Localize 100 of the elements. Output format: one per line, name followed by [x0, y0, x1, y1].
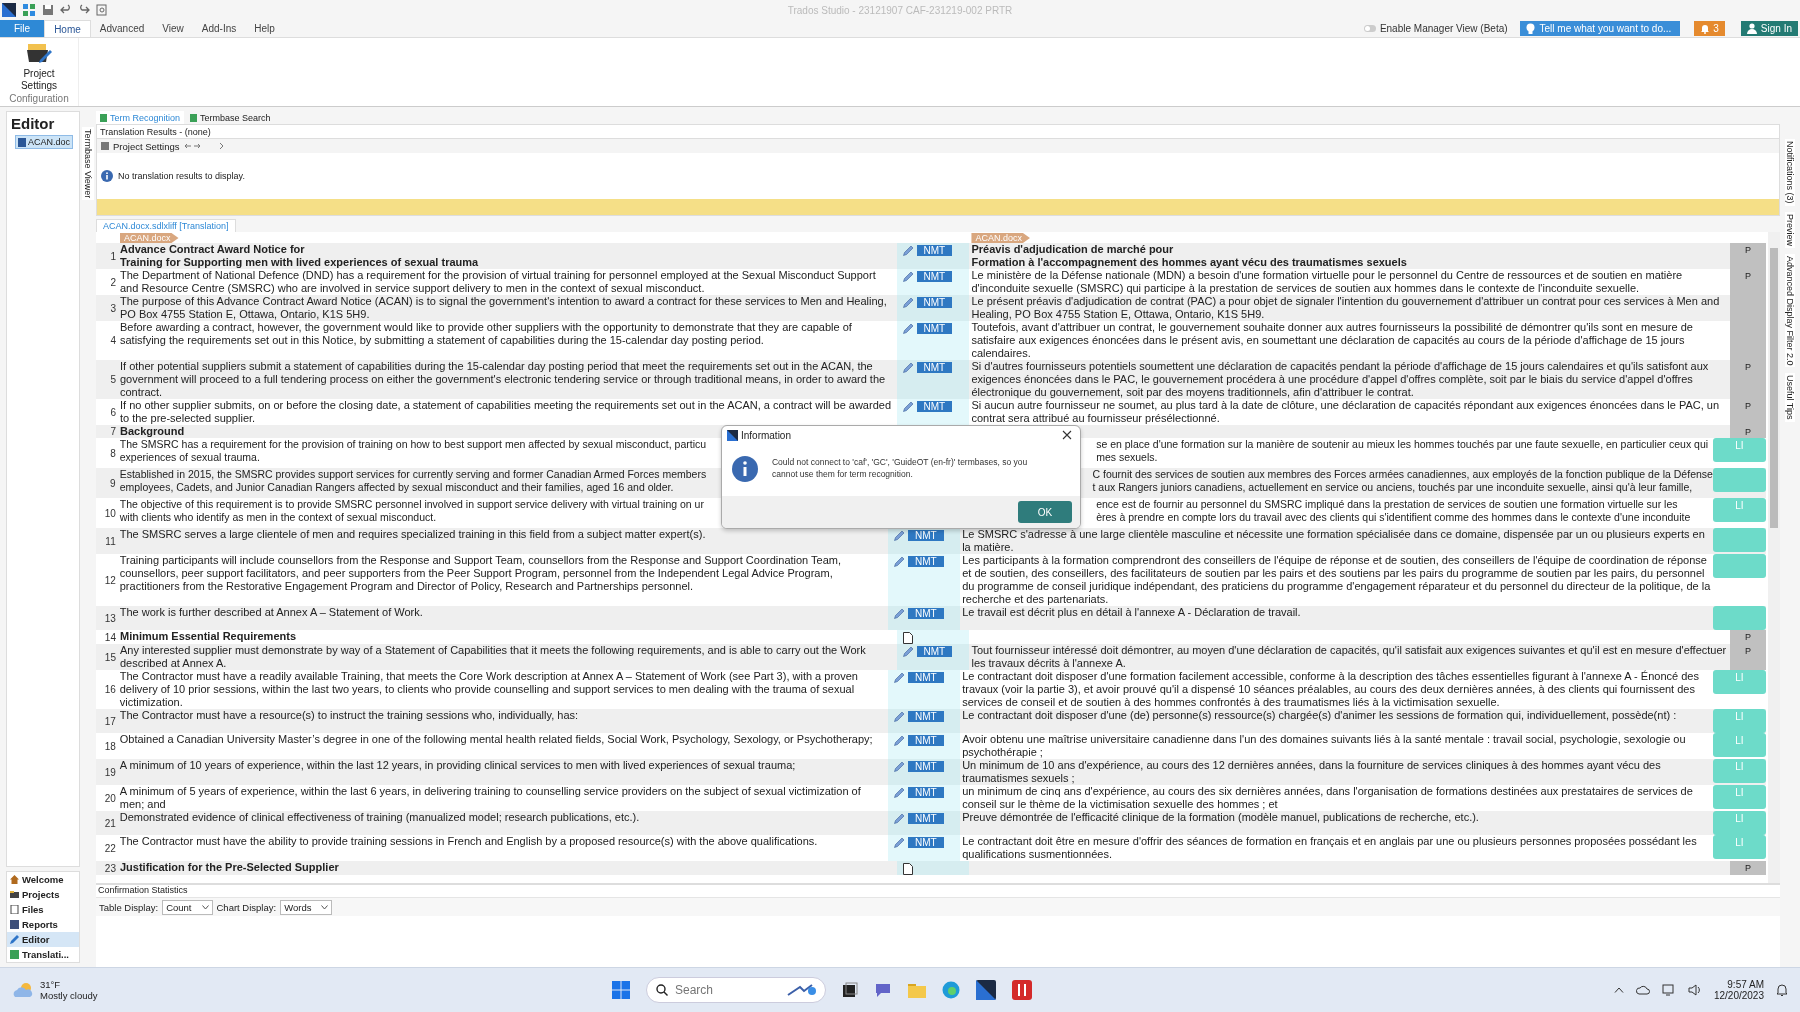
windows-start-icon[interactable] [612, 981, 630, 999]
origin-badge: NMT [916, 323, 953, 334]
segment-number: 19 [103, 765, 117, 780]
document-icon [902, 632, 913, 644]
status-cell: LI [1712, 759, 1766, 783]
report-icon [10, 920, 19, 929]
ok-button[interactable]: OK [1017, 501, 1072, 523]
close-icon[interactable] [1061, 430, 1072, 440]
chart-display-dropdown[interactable]: Words [280, 899, 333, 915]
app-logo-icon [2, 3, 16, 17]
project-settings-link[interactable]: Project Settings [113, 140, 180, 152]
chevron-down-icon [321, 904, 329, 910]
source-text: Before awarding a contract, however, the government would like to provide other suppliers with the opportunity to demonstrate that they are capable of satisfying the requirements set out in this Notice, by submitting a statement of capabilities during the 15-calendar day posting period. [119, 321, 853, 347]
browser-icon[interactable] [942, 981, 960, 999]
ribbon-tab[interactable]: Add-Ins [192, 20, 246, 37]
segment-number: 18 [103, 739, 117, 754]
pencil-icon [894, 672, 905, 683]
ribbon-tab[interactable]: Help [245, 20, 284, 37]
sign-in-button[interactable]: Sign In [1740, 21, 1798, 36]
ribbon-tab[interactable]: Advanced [90, 20, 154, 37]
info-icon [101, 170, 113, 182]
source-text: The SMSRC has a requirement for the provision of training on how to best support men affected by sexual misconduct, particu experiences of sexual trauma. [119, 438, 707, 464]
scrollbar[interactable] [1768, 232, 1780, 883]
dialog-message: Could not connect to 'caf', 'GC', 'GuideOT (en-fr)' termbases, so you cannot use them for term recognition. [771, 456, 1029, 480]
app-logo-icon [726, 429, 738, 441]
panel-tab[interactable]: Termbase Search [186, 111, 275, 124]
lightbulb-icon [1525, 22, 1535, 35]
manager-view-toggle[interactable] [1363, 25, 1376, 32]
view-nav-item[interactable]: Projects [7, 887, 79, 902]
notification-bell-icon[interactable] [1776, 983, 1788, 997]
file-tree-item[interactable]: ACAN.doc [15, 135, 74, 149]
segment-number: 17 [103, 714, 117, 729]
status-cell: P [1730, 399, 1766, 425]
pencil-icon [902, 297, 914, 308]
app-icon[interactable] [1012, 980, 1032, 1000]
target-text: Le SMSRC s'adresse à une large clientèle masculine et nécessite une formation spécialisée dans ce domaine, dispensée par un ou plusieurs experts en la matière. [962, 528, 1706, 554]
ribbon-tab[interactable]: View [153, 20, 193, 37]
origin-badge: NMT [908, 761, 944, 772]
trados-app-icon[interactable] [976, 980, 996, 1000]
target-text: Le ministère de la Défense nationale (MDN) a besoin d'une formation virtuelle pour le personnel du Centre de ressources et de soutien en matière d'inconduite sexuelle (SMSRC) qui participe à la prestation de services de soutien aux hommes dans le contexte de l'inconduite sexuelle. [971, 269, 1684, 295]
source-text: A minimum of 5 years of experience, within the last 6 years, in delivering training to counselling service providers on the subject of sexual victimization of men; and [119, 785, 862, 811]
dialog-title: Information [740, 429, 791, 441]
segment-number: 14 [103, 630, 117, 644]
view-nav-item[interactable]: Editor [7, 932, 79, 947]
chevron-up-icon[interactable] [1613, 987, 1624, 993]
segment-number: 13 [103, 611, 117, 626]
redo-icon[interactable] [78, 4, 90, 16]
source-text: The Contractor must have a readily available Training, that meets the Core Work description at Annex A – Statement of Work (see Part 3), with a proven delivery of 10 prior sessions, within the last two years, to clients who provide counselling and support services to men dealing with the trauma of sexual victimization. [119, 670, 859, 709]
target-text: Toutefois, avant d'attribuer un contrat, le gouvernement souhaite donner aux autres fournisseurs la possibilité de démontrer qu'ils sont en mesure de satisfaire aux exigences énoncées dans le présent avis, en soumettant une déclaration de capacités au cours de la période d'affichage de 15 jours calendaires. [971, 321, 1694, 360]
side-panel-tab[interactable]: Advanced Display Filter 2.0 [1785, 253, 1795, 368]
document-tab[interactable]: ACAN.docx.sdlxliff [Translation] [96, 219, 236, 232]
termbase-viewer-tab[interactable]: Termbase Viewer [82, 127, 94, 201]
source-text: The work is further described at Annex A – Statement of Work. [119, 606, 423, 619]
panel-tab[interactable]: Term Recognition [96, 111, 185, 124]
pencil-icon [894, 735, 905, 746]
target-text: un minimum de cinq ans d'expérience, au cours des six dernières années, dans l'organisation de formations destinées aux prestataires de services de conseil sur le thème de la victimisation sexuelle des hommes ; et [962, 785, 1694, 811]
side-panel-tab[interactable]: Useful Tips [1785, 373, 1795, 422]
segment-number: 21 [103, 816, 117, 831]
source-text: Minimum Essential Requirements [119, 630, 296, 643]
taskbar-search-field[interactable]: Search [646, 977, 826, 1003]
volume-icon[interactable] [1687, 984, 1702, 996]
view-nav-item[interactable]: Reports [7, 917, 79, 932]
source-text: Advance Contract Award Notice for Training for Supporting men with lived experiences of sexual trauma [119, 243, 479, 269]
segment-number: 4 [109, 334, 117, 348]
project-settings-button[interactable]: Project Settings [14, 42, 64, 92]
status-cell: P [1730, 630, 1766, 644]
view-nav-item[interactable]: Translati... [7, 947, 79, 962]
target-text: Tout fournisseur intéressé doit démontrer, au moyen d'une déclaration de capacités, qu'il satisfait aux exigences suivantes et qu'il est en mesure d'effectuer les travaux décrits à l'annexe A. [971, 644, 1728, 670]
ribbon-tab[interactable]: Home [44, 20, 91, 37]
pencil-icon [894, 787, 905, 798]
side-panel-tab[interactable]: Preview [1785, 211, 1795, 248]
scrollbar-thumb[interactable] [1770, 248, 1778, 528]
undo-icon[interactable] [60, 4, 72, 16]
projects-icon[interactable] [22, 3, 36, 17]
preview-icon[interactable] [96, 4, 108, 16]
save-icon[interactable] [42, 4, 54, 16]
segment-number: 20 [103, 791, 117, 806]
termbase-icon [190, 113, 198, 122]
file-tab[interactable]: File [0, 20, 45, 37]
segment-number: 7 [109, 425, 117, 438]
source-text: Training participants will include counsellors from the Response and Support Team, counsellors from the Response and Support Coordination Team, counsellors, peer support facilitators, and peer supporters from the Peer Support Program, personnel from the Independent Legal Advice Program, practitioners from the Restorative Engagement Program and Director of Policy, Research and Partnerships personnel. [119, 554, 843, 593]
chat-icon[interactable] [874, 982, 892, 998]
status-cell: LI [1712, 670, 1766, 694]
source-text: The Contractor must have the ability to provide training sessions in French and English by a proposed resource(s) with the above qualifications. [119, 835, 818, 848]
origin-badge: NMT [908, 672, 944, 683]
side-panel-tab[interactable]: Notifications (3) [1785, 139, 1795, 206]
table-display-dropdown[interactable]: Count [162, 899, 213, 915]
cloud-icon[interactable] [1635, 985, 1650, 995]
origin-badge: NMT [916, 646, 953, 657]
view-nav-item[interactable]: Files [7, 902, 79, 917]
network-icon[interactable] [1661, 984, 1676, 996]
origin-badge: NMT [916, 401, 953, 412]
target-text: Les participants à la formation comprendront des conseillers de l'équipe de réponse et de soutien, des conseillers de l'équipe de coordination de réponse et de soutien, des conseillers, des facilitateurs de soutien par les pairs et des soutiens par les pairs du programme de soutien par les pairs, du personnel du programme de conseil juridique indépendant, des praticiens du programme d'engagement réparateur et du personnel du directeur de la politique, de la recherche et des partenariats. [962, 554, 1712, 606]
document-icon [10, 905, 19, 914]
view-nav-item[interactable]: Welcome [7, 872, 79, 887]
task-view-icon[interactable] [842, 982, 858, 998]
database-icon [10, 950, 19, 959]
clock-time: 9:57 AM [1727, 979, 1764, 990]
target-text: Le contractant doit être en mesure d'offrir des séances de formation en français et en anglais par une ou plusieurs personnes proposées possédant les qualifications susmentionnées. [962, 835, 1698, 861]
target-text: ence est de fournir au personnel du SMSRC impliqué dans la prestation de services de soutien une formation virtuelle sur les ères à prendre en compte lors du travail avec des clients qui s'identifient comme des hommes dans le contexte d'une inconduite [1096, 498, 1691, 524]
